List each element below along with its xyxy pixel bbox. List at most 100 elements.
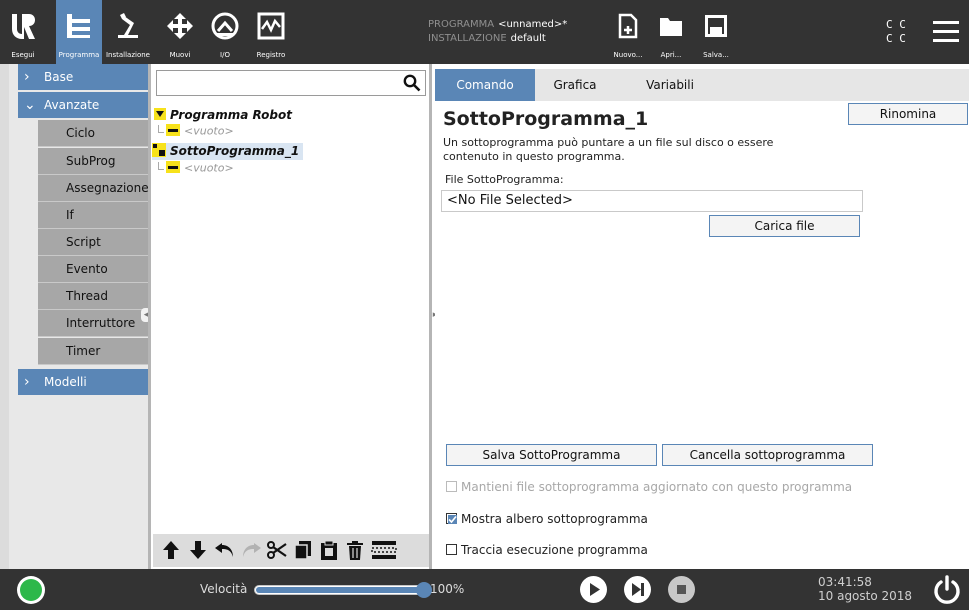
palette-item-label: Assegnazione	[66, 181, 149, 195]
search-icon[interactable]	[403, 74, 421, 96]
open-program-button[interactable]: Apri...	[650, 0, 692, 64]
nav-programma[interactable]: Programma	[56, 0, 102, 64]
nav-installazione[interactable]: Installazione	[104, 0, 152, 64]
move-down-icon[interactable]	[186, 538, 210, 562]
palette-item-evento[interactable]: Evento	[38, 256, 157, 283]
hamburger-menu-icon[interactable]	[933, 21, 959, 43]
tree-node-label: <vuoto>	[184, 124, 234, 138]
search-input[interactable]	[157, 71, 397, 95]
tab-grafica[interactable]: Grafica	[535, 69, 615, 101]
step-icon	[632, 583, 644, 596]
file-label: File SottoProgramma:	[445, 173, 564, 186]
checkbox-label: Traccia esecuzione programma	[461, 543, 648, 557]
category-modelli[interactable]: › Modelli	[18, 369, 157, 395]
nav-label: Esegui	[11, 51, 35, 59]
speed-slider[interactable]	[254, 582, 432, 598]
search-bar	[156, 70, 426, 96]
clear-subprogram-button[interactable]: Cancella sottoprogramma	[662, 444, 873, 466]
palette-item-label: SubProg	[66, 154, 116, 168]
show-tree-checkbox[interactable]: Mostra albero sottoprogramma	[446, 512, 648, 526]
nav-registro[interactable]: Registro	[250, 0, 292, 64]
tree-node-root[interactable]: Programma Robot	[154, 108, 292, 123]
empty-node-icon	[166, 124, 180, 139]
trace-execution-checkbox[interactable]: Traccia esecuzione programma	[446, 543, 648, 557]
clock-date: 10 agosto 2018	[818, 589, 913, 603]
tree-node-label: SottoProgramma_1	[170, 144, 300, 158]
undo-icon[interactable]	[213, 538, 237, 562]
power-icon[interactable]	[932, 575, 962, 605]
command-panel: Comando Grafica Variabili SottoProgramma…	[435, 64, 969, 569]
chevron-right-icon: ›	[24, 69, 30, 85]
load-file-button[interactable]: Carica file	[709, 215, 860, 237]
copy-icon[interactable]	[291, 538, 315, 562]
category-avanzate[interactable]: ⌄ Avanzate	[18, 92, 157, 118]
move-up-icon[interactable]	[159, 538, 183, 562]
nav-label: Programma	[58, 51, 100, 59]
step-button[interactable]	[624, 576, 651, 603]
palette-item-label: Script	[66, 235, 101, 249]
redo-icon[interactable]	[239, 538, 263, 562]
nav-label: Muovi	[169, 51, 191, 59]
nav-esegui[interactable]: Esegui	[0, 0, 46, 64]
save-program-button[interactable]: Salva...	[694, 0, 738, 64]
palette-item-timer[interactable]: Timer	[38, 338, 157, 365]
chevron-down-icon: ⌄	[24, 97, 36, 113]
tree-node-empty[interactable]: <vuoto>	[158, 161, 234, 176]
category-label: Base	[44, 70, 74, 84]
delete-icon[interactable]	[343, 538, 367, 562]
category-base[interactable]: › Base	[18, 64, 157, 90]
tree-node-label: <vuoto>	[184, 161, 234, 175]
checkbox-box	[446, 544, 457, 555]
speed-label: Velocità	[200, 582, 248, 596]
installation-name: default	[510, 33, 546, 44]
speed-slider-fill	[256, 587, 424, 593]
save-subprogram-button[interactable]: Salva SottoProgramma	[446, 444, 657, 466]
clock: 03:41:58 10 agosto 2018	[818, 575, 912, 603]
cut-icon[interactable]	[265, 538, 289, 562]
subprogram-icon	[152, 143, 166, 160]
cc-indicator: C C C C	[886, 18, 906, 46]
checkmark-icon	[446, 513, 457, 524]
tab-comando[interactable]: Comando	[435, 69, 535, 101]
nav-muovi[interactable]: Muovi	[160, 0, 200, 64]
file-action-label: Salva...	[703, 51, 729, 59]
palette-item-label: Ciclo	[66, 126, 95, 140]
nav-label: Installazione	[105, 51, 150, 59]
program-tree-icon	[56, 6, 102, 46]
palette-item-label: Thread	[66, 289, 108, 303]
program-info: PROGRAMMA <unnamed>* INSTALLAZIONE default	[428, 18, 567, 46]
palette-item-thread[interactable]: Thread	[38, 283, 157, 310]
palette-item-assegnazione[interactable]: Assegnazione	[38, 175, 157, 202]
suppress-icon[interactable]	[369, 538, 399, 562]
palette-item-label: If	[66, 208, 74, 222]
top-bar: Esegui Programma Installazione Muovi I/O	[0, 0, 969, 64]
palette-item-interruttore[interactable]: Interruttore	[38, 310, 157, 337]
play-button[interactable]	[580, 576, 607, 603]
speed-value: 100%	[430, 582, 465, 596]
stop-button[interactable]	[668, 576, 695, 603]
tree-node-subprogram[interactable]: SottoProgramma_1	[152, 143, 304, 160]
keep-updated-checkbox[interactable]: Mantieni file sottoprogramma aggiornato …	[446, 480, 852, 494]
play-icon	[590, 583, 600, 596]
tree-node-empty[interactable]: <vuoto>	[158, 124, 234, 139]
paste-icon[interactable]	[317, 538, 341, 562]
palette-item-ciclo[interactable]: Ciclo	[38, 120, 157, 147]
palette-item-subprog[interactable]: SubProg	[38, 148, 157, 175]
tab-variabili[interactable]: Variabili	[615, 69, 725, 101]
palette-item-if[interactable]: If	[38, 202, 157, 229]
nav-io[interactable]: I/O	[205, 0, 245, 64]
program-key: PROGRAMMA	[428, 19, 495, 30]
checkbox-box	[446, 481, 457, 492]
robot-arm-icon	[104, 6, 152, 46]
new-program-button[interactable]: Nuovo...	[606, 0, 650, 64]
palette-item-script[interactable]: Script	[38, 229, 157, 256]
rename-button[interactable]: Rinomina	[848, 103, 968, 125]
ur-logo-icon	[0, 6, 46, 46]
file-field[interactable]: <No File Selected>	[441, 190, 863, 212]
description-text: Un sottoprogramma può puntare a un file …	[443, 136, 774, 163]
log-chart-icon	[250, 6, 292, 46]
robot-status-icon[interactable]	[17, 576, 45, 604]
stop-icon	[677, 585, 686, 594]
checkbox-label: Mostra albero sottoprogramma	[461, 512, 648, 526]
cc-top: C C	[886, 18, 906, 31]
